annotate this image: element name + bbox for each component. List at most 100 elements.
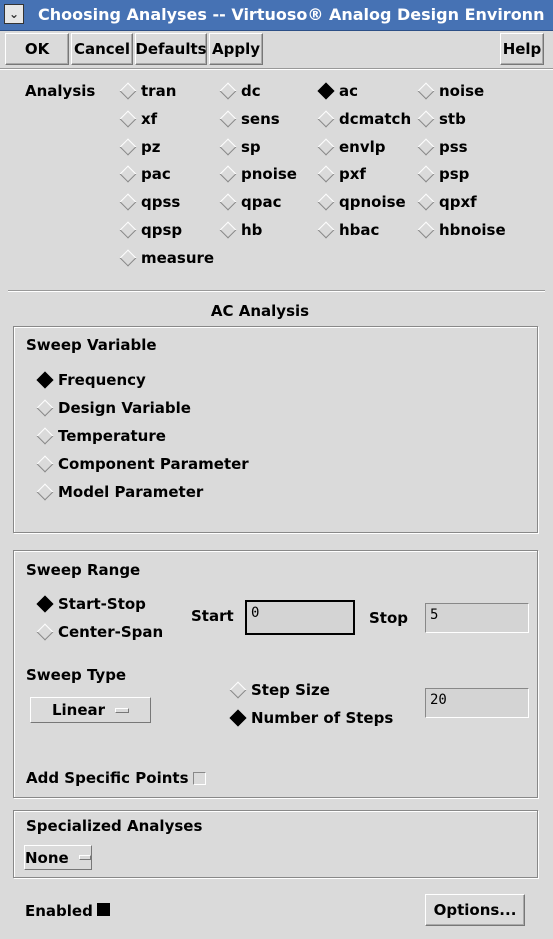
analysis-option-label: pnoise — [241, 165, 297, 184]
analysis-option-label: tran — [141, 82, 177, 100]
radio-center-span[interactable]: Center-Span — [36, 623, 164, 641]
title-bar: ⌄ Choosing Analyses -- Virtuoso® Analog … — [0, 0, 553, 31]
radio-indicator — [317, 138, 335, 156]
options-button[interactable]: Options... — [425, 894, 525, 926]
analysis-option-label: hb — [241, 221, 263, 239]
radio-indicator — [219, 193, 237, 211]
sweep-variable-option-label: Model Parameter — [58, 483, 204, 501]
analysis-option-pz[interactable]: pz — [119, 137, 161, 156]
radio-indicator — [417, 82, 435, 100]
radio-start-stop[interactable]: Start-Stop — [36, 595, 146, 613]
analysis-option-pac[interactable]: pac — [119, 165, 171, 184]
sweep-type-value: Linear — [51, 701, 106, 719]
radio-indicator — [219, 110, 237, 128]
radio-indicator — [119, 138, 137, 156]
radio-indicator — [417, 138, 435, 156]
start-input[interactable]: 0 — [245, 600, 355, 635]
sweep-type-select[interactable]: Linear — [30, 697, 151, 723]
stop-input[interactable]: 5 — [425, 603, 529, 633]
add-specific-points-checkbox[interactable] — [193, 772, 206, 785]
analysis-option-ac[interactable]: ac — [317, 82, 358, 100]
analysis-option-stb[interactable]: stb — [417, 109, 466, 128]
help-button[interactable]: Help — [500, 33, 544, 65]
analysis-option-pnoise[interactable]: pnoise — [219, 165, 297, 184]
analysis-option-label: pac — [141, 165, 171, 184]
radio-indicator — [219, 221, 237, 239]
analysis-option-hb[interactable]: hb — [219, 221, 263, 239]
analysis-option-label: noise — [439, 82, 485, 100]
radio-indicator — [229, 709, 247, 727]
analysis-option-dc[interactable]: dc — [219, 82, 261, 100]
analysis-option-pxf[interactable]: pxf — [317, 165, 366, 183]
analysis-option-tran[interactable]: tran — [119, 82, 177, 100]
radio-indicator — [317, 165, 335, 183]
sweep-variable-option-frequency[interactable]: Frequency — [36, 371, 146, 389]
sweep-variable-option-temperature[interactable]: Temperature — [36, 427, 166, 445]
radio-number-of-steps[interactable]: Number of Steps — [229, 709, 393, 727]
analysis-option-label: qpxf — [439, 193, 477, 212]
analysis-option-xf[interactable]: xf — [119, 110, 157, 128]
analysis-option-label: envlp — [339, 137, 386, 156]
sweep-variable-option-label: Frequency — [58, 371, 146, 389]
analysis-label: Analysis — [25, 82, 96, 100]
analysis-option-hbnoise[interactable]: hbnoise — [417, 221, 506, 239]
analysis-option-pss[interactable]: pss — [417, 137, 468, 156]
analysis-option-hbac[interactable]: hbac — [317, 221, 380, 239]
window-menu-icon[interactable]: ⌄ — [4, 4, 24, 24]
radio-indicator — [229, 681, 247, 699]
sweep-range-title: Sweep Range — [26, 561, 141, 579]
sweep-variable-title: Sweep Variable — [26, 336, 157, 354]
analysis-option-label: qpss — [141, 193, 181, 212]
ok-button[interactable]: OK — [5, 33, 69, 65]
radio-step-size[interactable]: Step Size — [229, 681, 330, 699]
analysis-option-label: sp — [241, 137, 261, 156]
analysis-option-qpxf[interactable]: qpxf — [417, 193, 477, 212]
radio-indicator — [36, 455, 54, 473]
dropdown-indicator-icon — [115, 707, 130, 713]
analysis-option-qpss[interactable]: qpss — [119, 193, 181, 212]
analysis-option-qpsp[interactable]: qpsp — [119, 221, 182, 239]
analysis-option-psp[interactable]: psp — [417, 165, 470, 184]
radio-indicator — [317, 110, 335, 128]
analysis-option-label: hbac — [339, 221, 380, 239]
radio-indicator — [417, 221, 435, 239]
analysis-option-qpnoise[interactable]: qpnoise — [317, 193, 406, 211]
steps-input[interactable]: 20 — [425, 688, 529, 718]
enabled-checkbox[interactable] — [97, 903, 110, 916]
defaults-button[interactable]: Defaults — [135, 33, 207, 65]
analysis-option-sens[interactable]: sens — [219, 109, 280, 128]
radio-indicator — [219, 138, 237, 156]
sweep-variable-option-design-variable[interactable]: Design Variable — [36, 399, 191, 417]
analysis-option-label: measure — [141, 248, 215, 267]
sweep-variable-option-component-parameter[interactable]: Component Parameter — [36, 455, 249, 473]
analysis-option-measure[interactable]: measure — [119, 248, 215, 267]
radio-indicator — [119, 82, 137, 100]
analysis-option-label: stb — [439, 109, 466, 128]
analysis-option-qpac[interactable]: qpac — [219, 193, 282, 211]
analysis-option-envlp[interactable]: envlp — [317, 137, 386, 156]
specialized-select[interactable]: None — [24, 845, 92, 870]
cancel-button[interactable]: Cancel — [71, 33, 133, 65]
radio-indicator — [36, 371, 54, 389]
radio-indicator — [317, 82, 335, 100]
analysis-option-sp[interactable]: sp — [219, 137, 261, 156]
radio-indicator — [36, 595, 54, 613]
apply-button[interactable]: Apply — [209, 33, 263, 65]
analysis-option-dcmatch[interactable]: dcmatch — [317, 110, 411, 128]
sweep-variable-option-label: Component Parameter — [58, 455, 249, 473]
ac-analysis-heading: AC Analysis — [210, 302, 310, 320]
analysis-option-label: sens — [241, 109, 280, 128]
toolbar-separator — [0, 68, 553, 70]
analysis-option-label: psp — [439, 165, 470, 184]
dropdown-indicator-icon — [78, 855, 91, 860]
sweep-range-group: Sweep Range Start-Stop Center-Span Start… — [13, 550, 538, 798]
specialized-analyses-title: Specialized Analyses — [26, 817, 203, 835]
sweep-variable-option-model-parameter[interactable]: Model Parameter — [36, 483, 204, 501]
analysis-option-label: pss — [439, 137, 468, 156]
analysis-option-noise[interactable]: noise — [417, 82, 485, 100]
radio-indicator — [219, 82, 237, 100]
section-separator — [8, 290, 545, 292]
analysis-option-label: pz — [141, 137, 161, 156]
center-span-label: Center-Span — [58, 623, 164, 641]
add-specific-points-label: Add Specific Points — [26, 769, 189, 787]
